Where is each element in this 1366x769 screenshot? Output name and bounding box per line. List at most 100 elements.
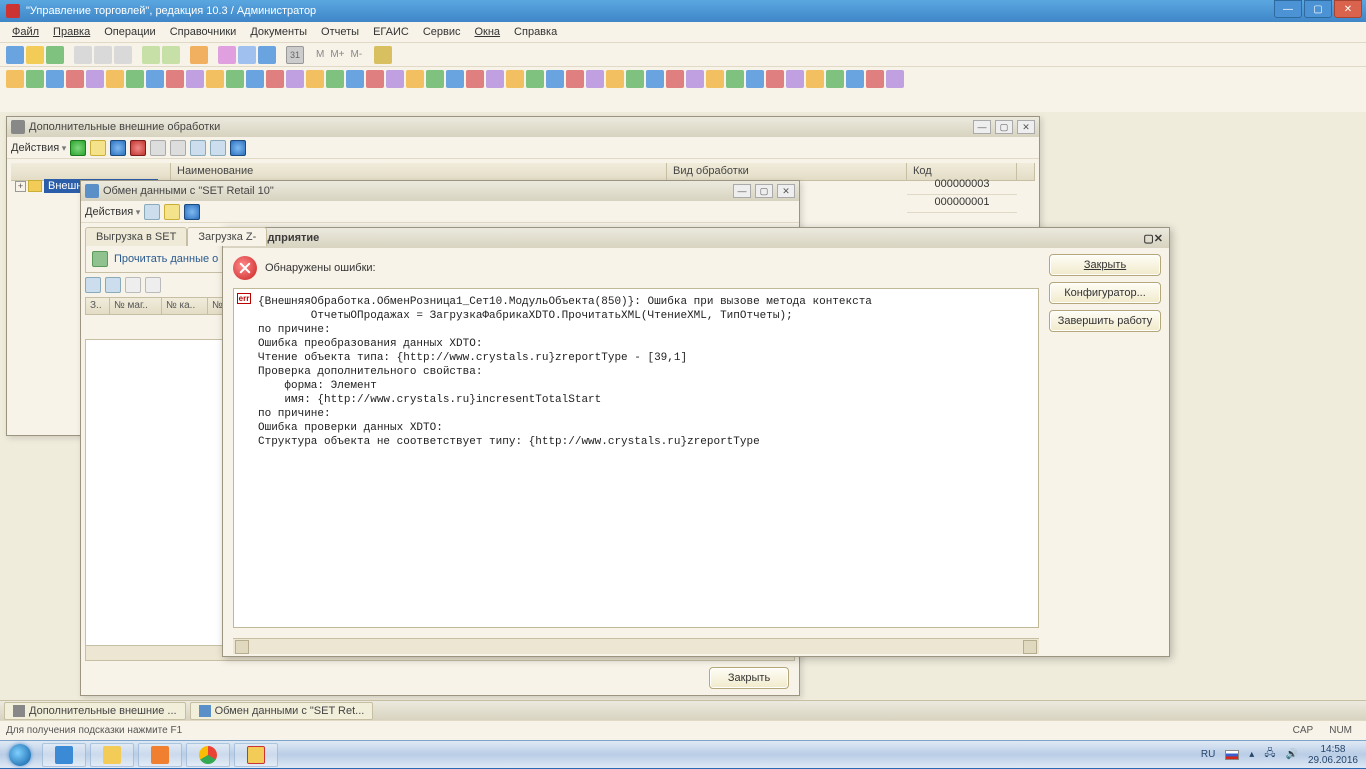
r2-icon[interactable] [626, 70, 644, 88]
tb-m-label[interactable]: M [314, 49, 326, 60]
tab-export-set[interactable]: Выгрузка в SET [85, 227, 187, 246]
tb-wrench-icon[interactable] [374, 46, 392, 64]
window-set-retail-titlebar[interactable]: Обмен данными с "SET Retail 10" — ▢ ✕ [81, 181, 799, 201]
tb-misc3-icon[interactable] [258, 46, 276, 64]
r2-icon[interactable] [46, 70, 64, 88]
win-close-button[interactable]: ✕ [1017, 120, 1035, 134]
win-close-button[interactable]: ✕ [777, 184, 795, 198]
folder-icon[interactable] [90, 140, 106, 156]
error-text-area[interactable]: err {ВнешняяОбработка.ОбменРозница1_Сет1… [233, 288, 1039, 628]
error-dialog-titlebar[interactable]: 1С:Предприятие ▢ ✕ [223, 228, 1169, 248]
filter-icon[interactable] [190, 140, 206, 156]
scroll-left-icon[interactable] [235, 640, 249, 654]
r2-icon[interactable] [406, 70, 424, 88]
tab-import-z[interactable]: Загрузка Z- [187, 227, 267, 246]
add-icon[interactable] [70, 140, 86, 156]
edit-icon[interactable] [110, 140, 126, 156]
win-min-button[interactable]: — [973, 120, 991, 134]
r2-icon[interactable] [846, 70, 864, 88]
r2-icon[interactable] [486, 70, 504, 88]
tb-mplus-label[interactable]: M+ [328, 49, 346, 60]
r2-icon[interactable] [466, 70, 484, 88]
r2-icon[interactable] [126, 70, 144, 88]
tree-expand-icon[interactable]: + [15, 181, 26, 192]
r2-icon[interactable] [26, 70, 44, 88]
tb-copy-icon[interactable] [94, 46, 112, 64]
moveup-icon[interactable] [150, 140, 166, 156]
run-icon[interactable] [144, 204, 160, 220]
col-kassa[interactable]: № ка.. [162, 298, 208, 314]
r2-icon[interactable] [566, 70, 584, 88]
r2-icon[interactable] [146, 70, 164, 88]
taskbar-media[interactable] [138, 743, 182, 767]
error-h-scroll[interactable] [233, 638, 1039, 654]
win-max-button[interactable]: ▢ [755, 184, 773, 198]
tray-clock[interactable]: 14:58 29.06.2016 [1308, 744, 1358, 766]
r2-icon[interactable] [786, 70, 804, 88]
r2-icon[interactable] [346, 70, 364, 88]
win-max-button[interactable]: ▢ [995, 120, 1013, 134]
window-external-processors-titlebar[interactable]: Дополнительные внешние обработки — ▢ ✕ [7, 117, 1039, 137]
grid-icon-2[interactable] [105, 277, 121, 293]
tb-save-icon[interactable] [46, 46, 64, 64]
taskbar-ie[interactable] [42, 743, 86, 767]
dlg-end-work-button[interactable]: Завершить работу [1049, 310, 1161, 332]
r2-icon[interactable] [586, 70, 604, 88]
menu-catalogs[interactable]: Справочники [164, 24, 243, 40]
sort-desc-icon[interactable] [145, 277, 161, 293]
sort-asc-icon[interactable] [125, 277, 141, 293]
dlg-close-action-button[interactable]: Закрыть [1049, 254, 1161, 276]
refresh-icon[interactable] [210, 140, 226, 156]
r2-icon[interactable] [306, 70, 324, 88]
menu-edit[interactable]: Правка [47, 24, 96, 40]
r2-icon[interactable] [326, 70, 344, 88]
grid-icon-1[interactable] [85, 277, 101, 293]
r2-icon[interactable] [226, 70, 244, 88]
settings-icon[interactable] [164, 204, 180, 220]
os-minimize-button[interactable]: — [1274, 0, 1302, 18]
r2-icon[interactable] [6, 70, 24, 88]
r2-icon[interactable] [186, 70, 204, 88]
col-mag[interactable]: № маг.. [110, 298, 162, 314]
r2-icon[interactable] [246, 70, 264, 88]
r2-icon[interactable] [446, 70, 464, 88]
menu-windows[interactable]: Окна [468, 24, 506, 40]
help-icon[interactable] [184, 204, 200, 220]
set-retail-close-button[interactable]: Закрыть [709, 667, 789, 689]
r2-icon[interactable] [106, 70, 124, 88]
tb-mminus-label[interactable]: M- [349, 49, 365, 60]
read-sales-button[interactable]: Прочитать данные о про [114, 253, 240, 265]
r2-icon[interactable] [386, 70, 404, 88]
actions-dropdown[interactable]: Действия [11, 142, 66, 154]
tb-misc1-icon[interactable] [218, 46, 236, 64]
start-button[interactable] [0, 741, 40, 769]
taskbar-chrome[interactable] [186, 743, 230, 767]
os-close-button[interactable]: ✕ [1334, 0, 1362, 18]
r2-icon[interactable] [366, 70, 384, 88]
r2-icon[interactable] [546, 70, 564, 88]
col-z[interactable]: З.. [86, 298, 110, 314]
r2-icon[interactable] [526, 70, 544, 88]
col-name[interactable]: Наименование [171, 163, 667, 180]
menu-help[interactable]: Справка [508, 24, 563, 40]
tb-open-icon[interactable] [26, 46, 44, 64]
os-titlebar[interactable]: "Управление торговлей", редакция 10.3 / … [0, 0, 1366, 22]
tb-find-icon[interactable] [190, 46, 208, 64]
r2-icon[interactable] [646, 70, 664, 88]
tb-cut-icon[interactable] [74, 46, 92, 64]
menu-documents[interactable]: Документы [244, 24, 313, 40]
r2-icon[interactable] [746, 70, 764, 88]
r2-icon[interactable] [666, 70, 684, 88]
os-maximize-button[interactable]: ▢ [1304, 0, 1332, 18]
taskstrip-item-external[interactable]: Дополнительные внешние ... [4, 702, 186, 720]
tray-network-icon[interactable]: 🖧 [1264, 746, 1275, 763]
code-cell[interactable]: 000000003 [907, 177, 1017, 195]
menu-reports[interactable]: Отчеты [315, 24, 365, 40]
r2-icon[interactable] [266, 70, 284, 88]
r2-icon[interactable] [826, 70, 844, 88]
r2-icon[interactable] [86, 70, 104, 88]
tb-calendar-icon[interactable]: 31 [286, 46, 304, 64]
dlg-max-button[interactable]: ▢ [1143, 232, 1153, 245]
scroll-right-icon[interactable] [1023, 640, 1037, 654]
taskbar-1c[interactable] [234, 743, 278, 767]
